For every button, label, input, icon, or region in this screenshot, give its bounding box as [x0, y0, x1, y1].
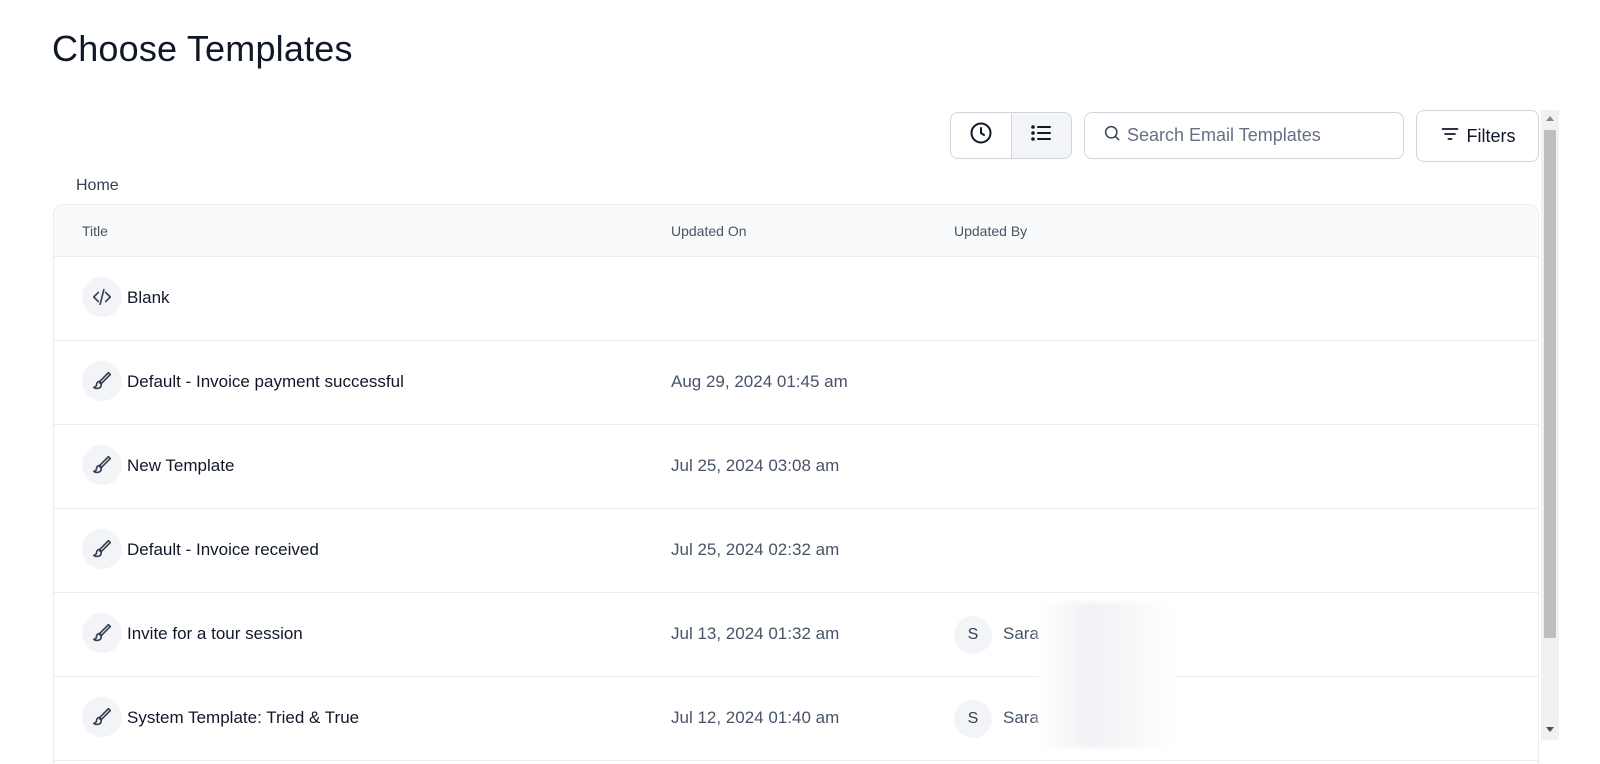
avatar: S	[954, 700, 992, 738]
row-updated-on: Jul 12, 2024 01:40 am	[671, 708, 840, 727]
column-updated-by: Updated By	[954, 223, 1028, 239]
column-updated-on: Updated On	[671, 223, 747, 239]
row-title: Default - Invoice received	[127, 540, 319, 559]
table-row[interactable]: Default - Invoice received Jul 25, 2024 …	[54, 509, 1538, 593]
filter-icon	[1440, 124, 1460, 149]
filters-label: Filters	[1466, 125, 1516, 146]
templates-table: Title Updated On Updated By Blank Defaul…	[53, 204, 1539, 764]
brush-icon	[82, 529, 122, 569]
search-box	[1084, 112, 1404, 159]
brush-icon	[82, 445, 122, 485]
row-updated-by: Sara	[1003, 624, 1039, 643]
scroll-down-arrow-icon[interactable]	[1546, 727, 1554, 732]
scroll-up-arrow-icon[interactable]	[1546, 116, 1554, 121]
clock-icon	[969, 121, 993, 150]
table-row[interactable]: Invite for a tour session Jul 13, 2024 0…	[54, 593, 1538, 677]
breadcrumb-home[interactable]: Home	[76, 177, 119, 194]
table-row[interactable]: Blank	[54, 257, 1538, 341]
list-view-button[interactable]	[1010, 113, 1071, 158]
table-row[interactable]: New Template Jul 25, 2024 03:08 am	[54, 425, 1538, 509]
row-title: System Template: Tried & True	[127, 708, 360, 727]
view-toggle	[950, 112, 1072, 159]
recent-view-button[interactable]	[951, 113, 1011, 158]
row-updated-by: Sara	[1003, 708, 1039, 727]
filters-button[interactable]: Filters	[1416, 110, 1539, 162]
brush-icon	[82, 613, 122, 653]
list-icon	[1029, 121, 1053, 150]
table-row[interactable]: Default - Invoice payment successful Aug…	[54, 341, 1538, 425]
table-row[interactable]: System Template: Tried & True Jul 12, 20…	[54, 677, 1538, 761]
redacted-name-blur	[1038, 602, 1174, 748]
avatar: S	[954, 616, 992, 654]
row-title: Default - Invoice payment successful	[127, 372, 404, 391]
row-updated-on: Jul 25, 2024 02:32 am	[671, 540, 840, 559]
code-icon	[82, 277, 122, 317]
row-title: Invite for a tour session	[127, 624, 303, 643]
page-title: Choose Templates	[52, 28, 353, 69]
breadcrumb: Home	[76, 177, 119, 195]
row-updated-on: Jul 13, 2024 01:32 am	[671, 624, 840, 643]
brush-icon	[82, 361, 122, 401]
brush-icon	[82, 697, 122, 737]
search-input[interactable]	[1127, 125, 1397, 146]
scrollbar-thumb[interactable]	[1544, 130, 1556, 638]
table-header: Title Updated On Updated By	[54, 205, 1538, 257]
row-title: New Template	[127, 456, 235, 475]
row-updated-on: Jul 25, 2024 03:08 am	[671, 456, 840, 475]
column-title: Title	[82, 223, 108, 239]
vertical-scrollbar[interactable]	[1541, 110, 1559, 740]
row-updated-on: Aug 29, 2024 01:45 am	[671, 372, 848, 391]
row-title: Blank	[127, 288, 170, 307]
search-icon	[1103, 124, 1121, 147]
